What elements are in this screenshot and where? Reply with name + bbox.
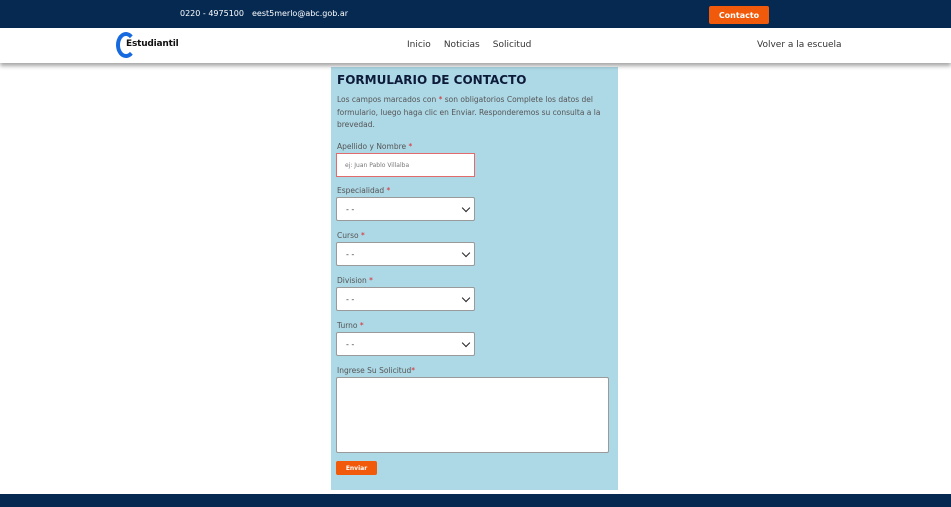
curso-select[interactable]: - - (336, 242, 475, 266)
name-label-text: Apellido y Nombre (337, 142, 407, 151)
chevron-down-icon (461, 338, 471, 348)
required-mark: * (411, 366, 415, 375)
solicitud-textarea[interactable] (336, 377, 609, 453)
division-label: Division * (337, 276, 373, 285)
main-navbar: Estudiantil Inicio Noticias Solicitud Volv… (0, 28, 951, 63)
nav-link-noticias[interactable]: Noticias (444, 40, 480, 50)
contacto-button[interactable]: Contacto (709, 6, 769, 24)
back-to-school-link[interactable]: Volver a la escuela (757, 40, 842, 50)
turno-label-text: Turno (337, 321, 358, 330)
nav-link-solicitud[interactable]: Solicitud (493, 40, 532, 50)
required-mark: * (408, 142, 413, 151)
chevron-down-icon (461, 203, 471, 213)
phone-number: 0220 - 4975100 (180, 9, 244, 18)
logo-text: Estudiantil (126, 39, 179, 49)
email-address[interactable]: eest5merlo@abc.gob.ar (252, 9, 348, 18)
intro-text-start: Los campos marcados con (337, 95, 439, 104)
turno-select[interactable]: - - (336, 332, 475, 356)
form-title: FORMULARIO DE CONTACTO (337, 73, 527, 87)
solicitud-label-text: Ingrese Su Solicitud (337, 366, 412, 375)
required-mark: * (386, 186, 391, 195)
footer-bar (0, 494, 951, 507)
enviar-button[interactable]: Enviar (336, 461, 377, 475)
required-mark: * (369, 276, 373, 285)
especialidad-label-text: Especialidad (337, 186, 385, 195)
curso-value: - - (346, 249, 355, 259)
curso-label: Curso * (337, 231, 365, 240)
nav-link-inicio[interactable]: Inicio (407, 40, 431, 50)
especialidad-value: - - (346, 204, 355, 214)
name-input[interactable]: ej: Juan Pablo Villalba (336, 153, 475, 177)
form-intro: Los campos marcados con * son obligatori… (337, 94, 607, 132)
division-label-text: Division (337, 276, 367, 285)
required-mark: * (360, 231, 365, 240)
nav-links: Inicio Noticias Solicitud (407, 40, 544, 50)
contact-info: 0220 - 4975100 eest5merlo@abc.gob.ar (180, 9, 348, 18)
top-bar: 0220 - 4975100 eest5merlo@abc.gob.ar Cont… (0, 0, 951, 28)
contact-form-panel: FORMULARIO DE CONTACTO Los campos marcad… (331, 67, 618, 490)
division-select[interactable]: - - (336, 287, 475, 311)
curso-label-text: Curso (337, 231, 359, 240)
site-logo[interactable]: Estudiantil (116, 32, 179, 58)
chevron-down-icon (461, 248, 471, 258)
turno-value: - - (346, 339, 355, 349)
especialidad-select[interactable]: - - (336, 197, 475, 221)
turno-label: Turno * (337, 321, 364, 330)
especialidad-label: Especialidad * (337, 186, 390, 195)
chevron-down-icon (461, 293, 471, 303)
name-label: Apellido y Nombre * (337, 142, 412, 151)
division-value: - - (346, 294, 355, 304)
required-mark: * (359, 321, 364, 330)
solicitud-label: Ingrese Su Solicitud* (337, 366, 415, 375)
